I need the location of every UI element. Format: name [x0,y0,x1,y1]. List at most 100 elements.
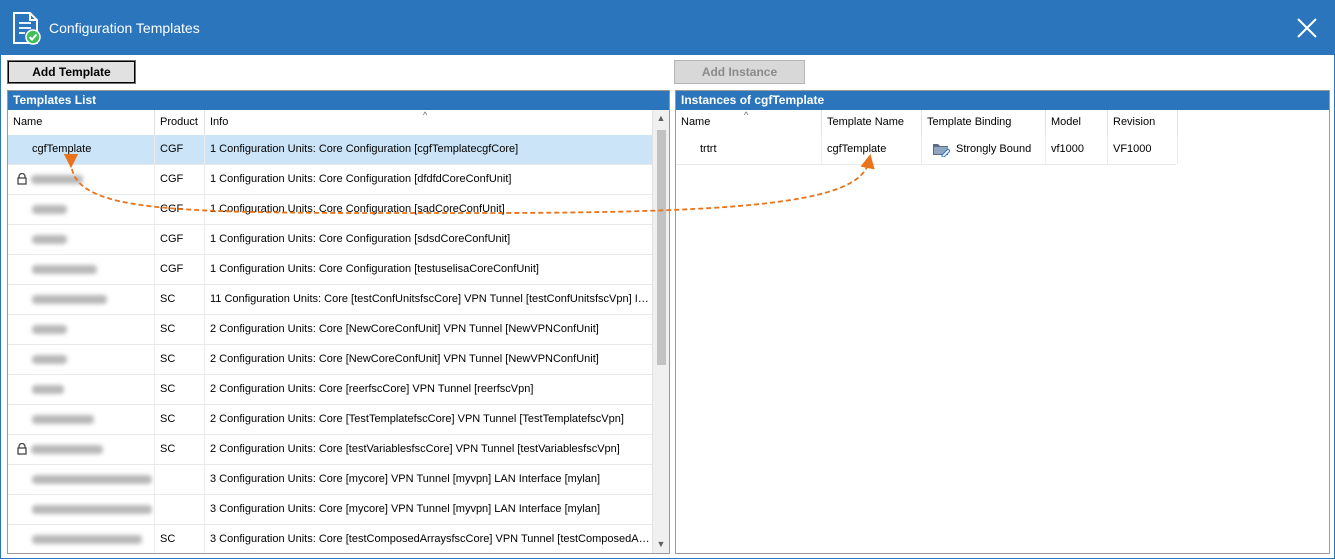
column-header-template-name[interactable]: Template Name [822,110,922,135]
templates-grid-header: Name Product Info ^ [8,110,669,135]
template-name-cell [8,435,155,464]
template-name-cell [8,315,155,344]
column-header-name[interactable]: Name [8,110,155,135]
column-header-model[interactable]: Model [1046,110,1108,135]
column-header-template-binding[interactable]: Template Binding [922,110,1046,135]
template-product-cell [155,495,205,524]
redacted-name [32,504,152,514]
redacted-name [32,264,97,274]
template-info-cell: 1 Configuration Units: Core Configuratio… [210,143,519,155]
redacted-name [32,354,67,364]
template-name-cell [8,225,155,254]
lock-icon [17,173,27,185]
template-name-cell [8,165,155,194]
template-info-cell: 1 Configuration Units: Core Configuratio… [210,263,539,275]
instance-revision-cell: VF1000 [1108,135,1178,164]
template-product-cell: CGF [155,195,205,224]
add-template-button[interactable]: Add Template [7,60,136,84]
template-name-cell [8,285,155,314]
template-info-cell: 2 Configuration Units: Core [TestTemplat… [210,413,624,425]
table-row[interactable]: 3 Configuration Units: Core [mycore] VPN… [8,495,653,525]
template-info-cell: 3 Configuration Units: Core [mycore] VPN… [210,503,601,515]
template-product-cell: SC [155,525,205,553]
table-row[interactable]: 3 Configuration Units: Core [mycore] VPN… [8,465,653,495]
column-header-info[interactable]: Info ^ [205,110,653,135]
redacted-name [31,444,103,454]
template-product-cell: SC [155,435,205,464]
template-info-cell: 3 Configuration Units: Core [mycore] VPN… [210,473,601,485]
instance-model-cell: vf1000 [1046,135,1108,164]
redacted-name [32,384,64,394]
template-product-cell: SC [155,315,205,344]
template-name-cell [8,195,155,224]
template-product-cell: SC [155,285,205,314]
column-header-revision[interactable]: Revision [1108,110,1178,135]
column-header-instance-name-label: Name [681,116,711,128]
folder-edit-icon [933,144,950,158]
template-name-cell [8,465,155,494]
table-row[interactable]: CGF 1 Configuration Units: Core Configura… [8,165,653,195]
template-product-cell: SC [155,405,205,434]
table-row[interactable]: SC 2 Configuration Units: Core [testVaria… [8,435,653,465]
instances-panel: Instances of cgfTemplate Name ^ Template… [675,90,1330,554]
table-row[interactable]: SC 2 Configuration Units: Core [reerfscCo… [8,375,653,405]
template-info-cell: 2 Configuration Units: Core [NewCoreConf… [210,353,599,365]
template-info-cell: 11 Configuration Units: Core [testConfUn… [210,293,653,305]
instance-template-name-cell: cgfTemplate [822,135,922,164]
redacted-name [32,324,67,334]
binding-label: Strongly Bound [956,143,1032,155]
template-name-cell [8,255,155,284]
template-name-cell [8,525,155,553]
table-row[interactable]: CGF 1 Configuration Units: Core Configura… [8,255,653,285]
template-name-cell [8,495,155,524]
template-product-cell [155,465,205,494]
template-product-cell: SC [155,345,205,374]
redacted-name [32,534,142,544]
sort-ascending-icon: ^ [744,110,749,120]
template-info-cell: 2 Configuration Units: Core [testVariabl… [210,443,620,455]
column-header-product[interactable]: Product [155,110,205,135]
document-check-icon [13,12,41,45]
scroll-down-icon[interactable]: ▼ [653,536,669,553]
template-info-cell: 3 Configuration Units: Core [testCompose… [210,533,653,545]
scrollbar-thumb[interactable] [657,130,666,365]
template-info-cell: 1 Configuration Units: Core Configuratio… [210,233,511,245]
scroll-up-icon[interactable]: ▲ [653,110,669,127]
title-bar: Configuration Templates [1,1,1334,55]
template-product-cell: CGF [155,135,205,164]
redacted-name [31,174,83,184]
template-name-cell: cgfTemplate [8,135,155,164]
table-row[interactable]: CGF 1 Configuration Units: Core Configura… [8,195,653,225]
template-name-label: cgfTemplate [32,143,92,155]
template-product-cell: SC [155,375,205,404]
table-row[interactable]: SC 11 Configuration Units: Core [testConf… [8,285,653,315]
column-header-info-label: Info [210,116,229,128]
add-instance-button[interactable]: Add Instance [674,60,805,84]
redacted-name [32,414,94,424]
table-row[interactable]: SC 2 Configuration Units: Core [NewCoreCo… [8,345,653,375]
table-row[interactable]: SC 2 Configuration Units: Core [NewCoreCo… [8,315,653,345]
column-header-instance-name[interactable]: Name ^ [676,110,822,135]
template-product-cell: CGF [155,225,205,254]
template-name-cell [8,345,155,374]
redacted-name [32,474,152,484]
table-row[interactable]: CGF 1 Configuration Units: Core Configura… [8,225,653,255]
lock-icon [17,443,27,455]
instance-name-cell: trtrt [676,135,822,164]
template-info-cell: 2 Configuration Units: Core [reerfscCore… [210,383,534,395]
instances-grid-header: Name ^ Template Name Template Binding Mo… [676,110,1329,135]
window-title: Configuration Templates [49,20,200,36]
table-row[interactable]: trtrt cgfTemplate Strongly Bound vf1000 … [676,135,1178,165]
close-icon[interactable] [1290,11,1324,45]
redacted-name [32,294,107,304]
table-row[interactable]: SC 3 Configuration Units: Core [testCompo… [8,525,653,553]
sort-ascending-icon: ^ [423,110,428,120]
template-info-cell: 2 Configuration Units: Core [NewCoreConf… [210,323,599,335]
template-info-cell: 1 Configuration Units: Core Configuratio… [210,203,505,215]
table-row[interactable]: SC 2 Configuration Units: Core [TestTempl… [8,405,653,435]
template-name-cell [8,375,155,404]
instances-panel-header: Instances of cgfTemplate [676,91,1329,110]
templates-vertical-scrollbar[interactable]: ▲ ▼ [652,110,669,553]
table-row[interactable]: cgfTemplate CGF 1 Configuration Units: Cor… [8,135,653,165]
instance-binding-cell: Strongly Bound [922,135,1046,164]
